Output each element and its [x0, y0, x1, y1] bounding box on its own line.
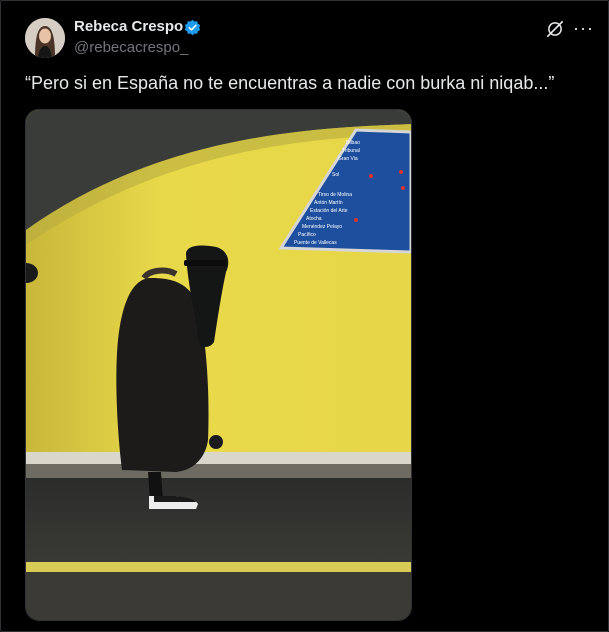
- sign-line: Sol: [332, 172, 339, 178]
- sign-line: Menéndez Pelayo: [302, 224, 342, 230]
- sign-line: Antón Martín: [314, 200, 343, 206]
- author-avatar[interactable]: [25, 18, 65, 58]
- sign-line: Gran Via: [338, 156, 358, 162]
- sign-line: Estación del Arte: [310, 208, 348, 214]
- author-name[interactable]: Rebeca Crespo: [74, 18, 183, 35]
- tweet-photo[interactable]: Bilbao Tribunal Gran Via Sol Tirso de Mo…: [25, 109, 412, 621]
- verified-badge-icon: [184, 19, 201, 36]
- tweet-text: “Pero si en España no te encuentras a na…: [25, 73, 555, 93]
- more-options-icon[interactable]: ···: [573, 18, 594, 39]
- sign-line: Bilbao: [346, 140, 360, 146]
- author-handle[interactable]: @rebecacrespo_: [74, 39, 188, 56]
- grok-icon[interactable]: [546, 20, 564, 38]
- sign-line: Puente de Vallecas: [294, 240, 337, 246]
- sign-line: Pacífico: [298, 232, 316, 238]
- sign-line: Atocha: [306, 216, 322, 222]
- tweet-card: Rebeca Crespo @rebecacrespo_ ··· “Pero s…: [0, 0, 609, 632]
- sign-line: Tirso de Molina: [318, 192, 352, 198]
- sign-line: Tribunal: [342, 148, 360, 154]
